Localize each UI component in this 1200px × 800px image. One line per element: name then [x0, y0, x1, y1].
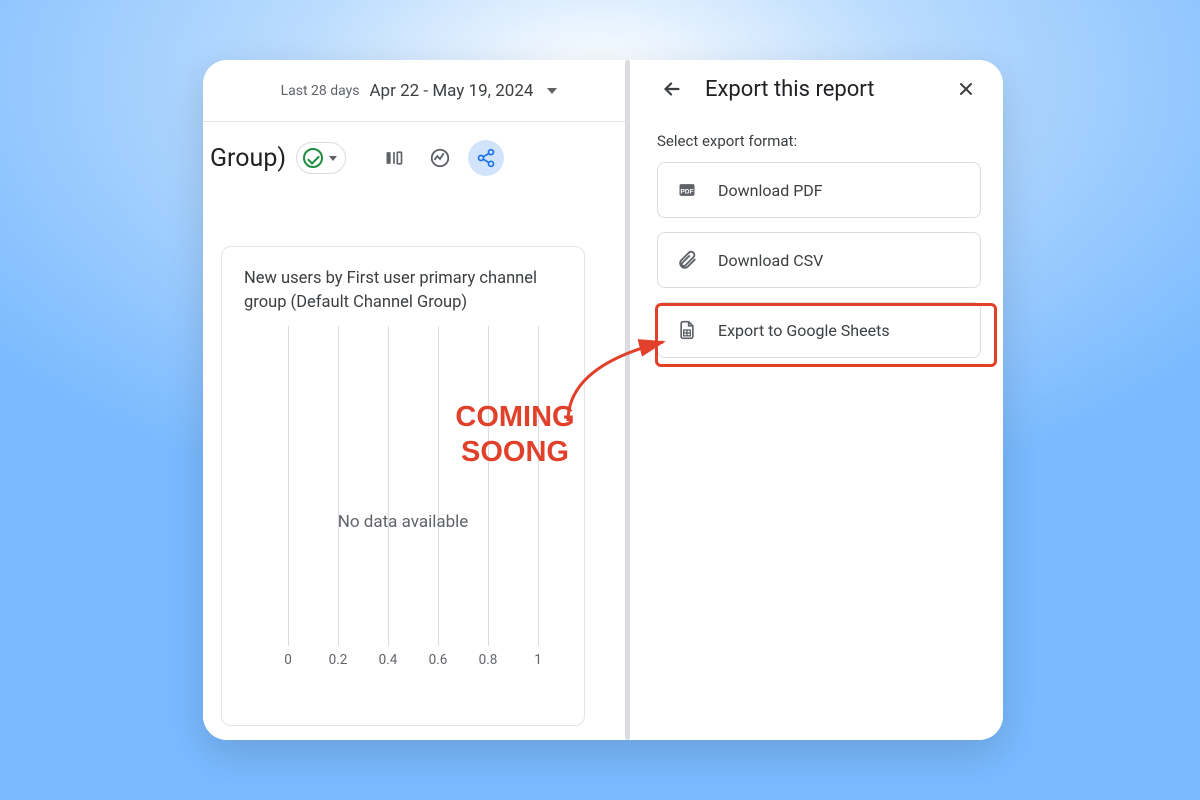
attachment-icon: [676, 249, 698, 271]
export-option-label: Export to Google Sheets: [718, 321, 890, 340]
x-tick: 0.6: [429, 652, 448, 668]
x-tick: 0.8: [479, 652, 498, 668]
status-dropdown[interactable]: [296, 142, 346, 174]
date-range-value: Apr 22 - May 19, 2024: [369, 81, 533, 101]
export-option-label: Download CSV: [718, 251, 823, 270]
date-preset-label: Last 28 days: [281, 83, 360, 99]
sheets-icon: [676, 319, 698, 341]
export-option-sheets[interactable]: Export to Google Sheets: [657, 302, 981, 358]
chart-card-title: New users by First user primary channel …: [244, 267, 562, 316]
x-tick: 1: [534, 652, 542, 668]
insights-icon[interactable]: [422, 140, 458, 176]
x-tick: 0.4: [379, 652, 398, 668]
chevron-down-icon: [547, 88, 557, 94]
export-panel: Export this report Select export format:…: [635, 60, 1003, 740]
chart-area: No data available 0 0.2 0.4 0.6 0.8 1: [244, 326, 562, 672]
check-circle-icon: [303, 148, 323, 168]
compare-icon[interactable]: [376, 140, 412, 176]
report-title-row: ult Channel Group): [203, 122, 635, 190]
pane-resize-handle[interactable]: [625, 60, 635, 740]
chevron-down-icon: [329, 156, 337, 161]
gridline: [338, 326, 339, 646]
export-option-label: Download PDF: [718, 181, 823, 200]
export-panel-header: Export this report: [657, 60, 981, 118]
chart-card: New users by First user primary channel …: [221, 246, 585, 726]
pdf-icon: PDF: [676, 179, 698, 201]
report-pane: Last 28 days Apr 22 - May 19, 2024 ult C…: [203, 60, 635, 740]
gridline: [288, 326, 289, 646]
export-panel-title: Export this report: [705, 77, 933, 102]
back-arrow-icon[interactable]: [657, 74, 687, 104]
close-icon[interactable]: [951, 74, 981, 104]
share-icon[interactable]: [468, 140, 504, 176]
gridline: [438, 326, 439, 646]
gridline: [388, 326, 389, 646]
gridline: [488, 326, 489, 646]
export-option-csv[interactable]: Download CSV: [657, 232, 981, 288]
x-tick: 0: [284, 652, 292, 668]
report-title: ult Channel Group): [203, 144, 286, 173]
export-option-pdf[interactable]: PDF Download PDF: [657, 162, 981, 218]
no-data-label: No data available: [244, 512, 562, 532]
x-tick: 0.2: [329, 652, 348, 668]
export-format-label: Select export format:: [657, 132, 981, 150]
gridline: [538, 326, 539, 646]
app-window: Last 28 days Apr 22 - May 19, 2024 ult C…: [203, 60, 1003, 740]
date-range-picker[interactable]: Last 28 days Apr 22 - May 19, 2024: [203, 60, 635, 122]
svg-text:PDF: PDF: [680, 188, 693, 195]
